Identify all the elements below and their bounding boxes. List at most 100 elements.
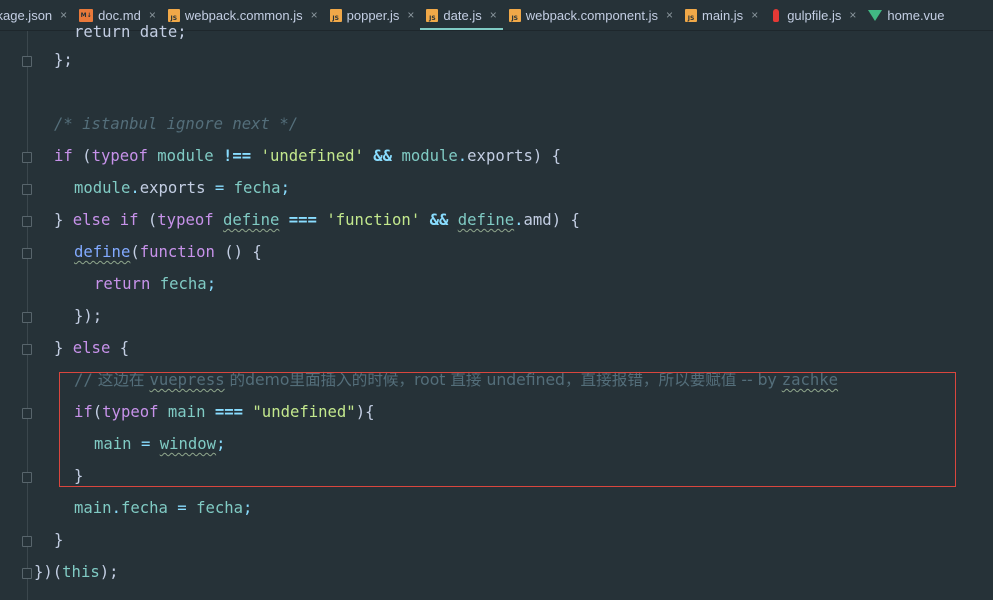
js-file-icon: JS (426, 8, 439, 22)
tab-date-js[interactable]: JS date.js × (420, 0, 504, 30)
fold-marker-icon[interactable] (22, 216, 32, 227)
code-operator: ; (280, 179, 290, 197)
code-operator: = (214, 179, 225, 197)
code-property: exports (139, 179, 206, 197)
code-token: ); (99, 563, 119, 581)
code-operator: . (130, 179, 140, 197)
code-identifier: main (74, 499, 112, 517)
fold-marker-icon[interactable] (22, 312, 32, 323)
tab-main-js[interactable]: JS main.js × (679, 0, 764, 30)
code-line: module.exports = fecha; (74, 178, 290, 198)
fold-marker-icon[interactable] (22, 472, 32, 483)
code-keyword: if (119, 211, 139, 229)
markdown-file-icon: M↓ (79, 8, 94, 22)
code-editor[interactable]: return date; }; /* istanbul ignore next … (0, 23, 993, 600)
code-line: } else { (54, 338, 129, 358)
code-property: amd (523, 211, 552, 229)
tab-webpack-component-js[interactable]: JS webpack.component.js × (503, 0, 679, 30)
tab-label: date.js (443, 7, 482, 23)
fold-marker-icon[interactable] (22, 408, 32, 419)
tab-gulpfile-js[interactable]: gulpfile.js × (764, 0, 862, 30)
code-token: { (110, 339, 130, 357)
code-keyword: if (54, 147, 73, 165)
close-icon[interactable]: × (60, 8, 67, 22)
tab-label: doc.md (98, 7, 141, 23)
tab-label: main.js (702, 7, 744, 23)
tab-label: ckage.json (0, 7, 53, 23)
js-file-icon: JS (508, 8, 521, 22)
code-token: () { (214, 243, 262, 261)
code-operator: . (111, 499, 121, 517)
code-operator: ; (243, 499, 253, 517)
code-identifier: define (457, 211, 515, 229)
code-comment: /* istanbul ignore next */ (54, 115, 299, 133)
tab-label: gulpfile.js (787, 7, 842, 23)
code-keyword: this (62, 563, 100, 581)
fold-marker-icon[interactable] (22, 344, 32, 355)
code-identifier: fecha (196, 499, 244, 517)
close-icon[interactable]: × (490, 8, 497, 22)
code-line: define(function () { (74, 242, 262, 262)
close-icon[interactable]: × (666, 8, 673, 22)
code-token: } (54, 531, 64, 549)
code-keyword: typeof (91, 147, 148, 165)
close-icon[interactable]: × (311, 8, 318, 22)
code-operator: ; (206, 275, 217, 293)
code-operator: !== (223, 147, 252, 165)
code-keyword: typeof (157, 211, 214, 229)
js-file-icon: JS (329, 8, 342, 22)
code-token: } (54, 339, 73, 357)
close-icon[interactable]: × (849, 8, 856, 22)
code-line: main.fecha = fecha; (74, 498, 252, 518)
code-keyword: return (94, 275, 151, 293)
code-operator: . (457, 147, 468, 165)
code-token: }); (74, 307, 103, 325)
fold-marker-icon[interactable] (22, 248, 32, 259)
close-icon[interactable]: × (149, 8, 156, 22)
tab-home-vue[interactable]: home.vue (862, 0, 950, 30)
fold-marker-icon[interactable] (22, 568, 32, 579)
close-icon[interactable]: × (407, 8, 414, 22)
tab-label: popper.js (346, 7, 400, 23)
tab-package-json[interactable]: ckage.json × (0, 0, 73, 30)
code-token: ) { (551, 211, 580, 229)
code-keyword: else (72, 339, 111, 357)
code-identifier: define (223, 211, 280, 229)
gulp-file-icon (773, 8, 780, 22)
code-keyword: function (139, 243, 215, 261)
tab-popper-js[interactable]: JS popper.js × (324, 0, 421, 30)
code-token: }; (54, 51, 73, 69)
code-identifier: fecha (233, 179, 281, 197)
close-icon[interactable]: × (751, 8, 758, 22)
code-token: ( (72, 147, 92, 165)
code-token: ( (130, 243, 140, 261)
code-token: ( (138, 211, 158, 229)
code-line: } (54, 530, 63, 550)
code-operator: && (429, 211, 449, 229)
tab-label: webpack.common.js (184, 7, 303, 23)
fold-marker-icon[interactable] (22, 184, 32, 195)
code-keyword: else (72, 211, 111, 229)
code-operator: && (373, 147, 393, 165)
code-identifier: module (157, 147, 214, 165)
code-operator: === (288, 211, 317, 229)
code-token: ) { (532, 147, 562, 165)
code-string: 'undefined' (260, 147, 364, 165)
code-operator: . (514, 211, 524, 229)
code-identifier: module (74, 179, 131, 197)
vue-file-icon (868, 9, 883, 21)
js-file-icon: JS (167, 8, 180, 22)
code-identifier: module (401, 147, 458, 165)
fold-marker-icon[interactable] (22, 56, 32, 67)
code-token: })( (34, 563, 63, 581)
code-line: }; (54, 50, 73, 70)
code-line: } else if (typeof define === 'function' … (54, 210, 580, 230)
fold-marker-icon[interactable] (22, 536, 32, 547)
tab-label: webpack.component.js (525, 7, 658, 23)
tab-label: home.vue (887, 7, 945, 23)
code-string: 'function' (326, 211, 421, 229)
fold-marker-icon[interactable] (22, 152, 32, 163)
highlight-box (59, 372, 956, 487)
code-function-call: define (74, 243, 131, 261)
code-line: /* istanbul ignore next */ (54, 114, 298, 134)
